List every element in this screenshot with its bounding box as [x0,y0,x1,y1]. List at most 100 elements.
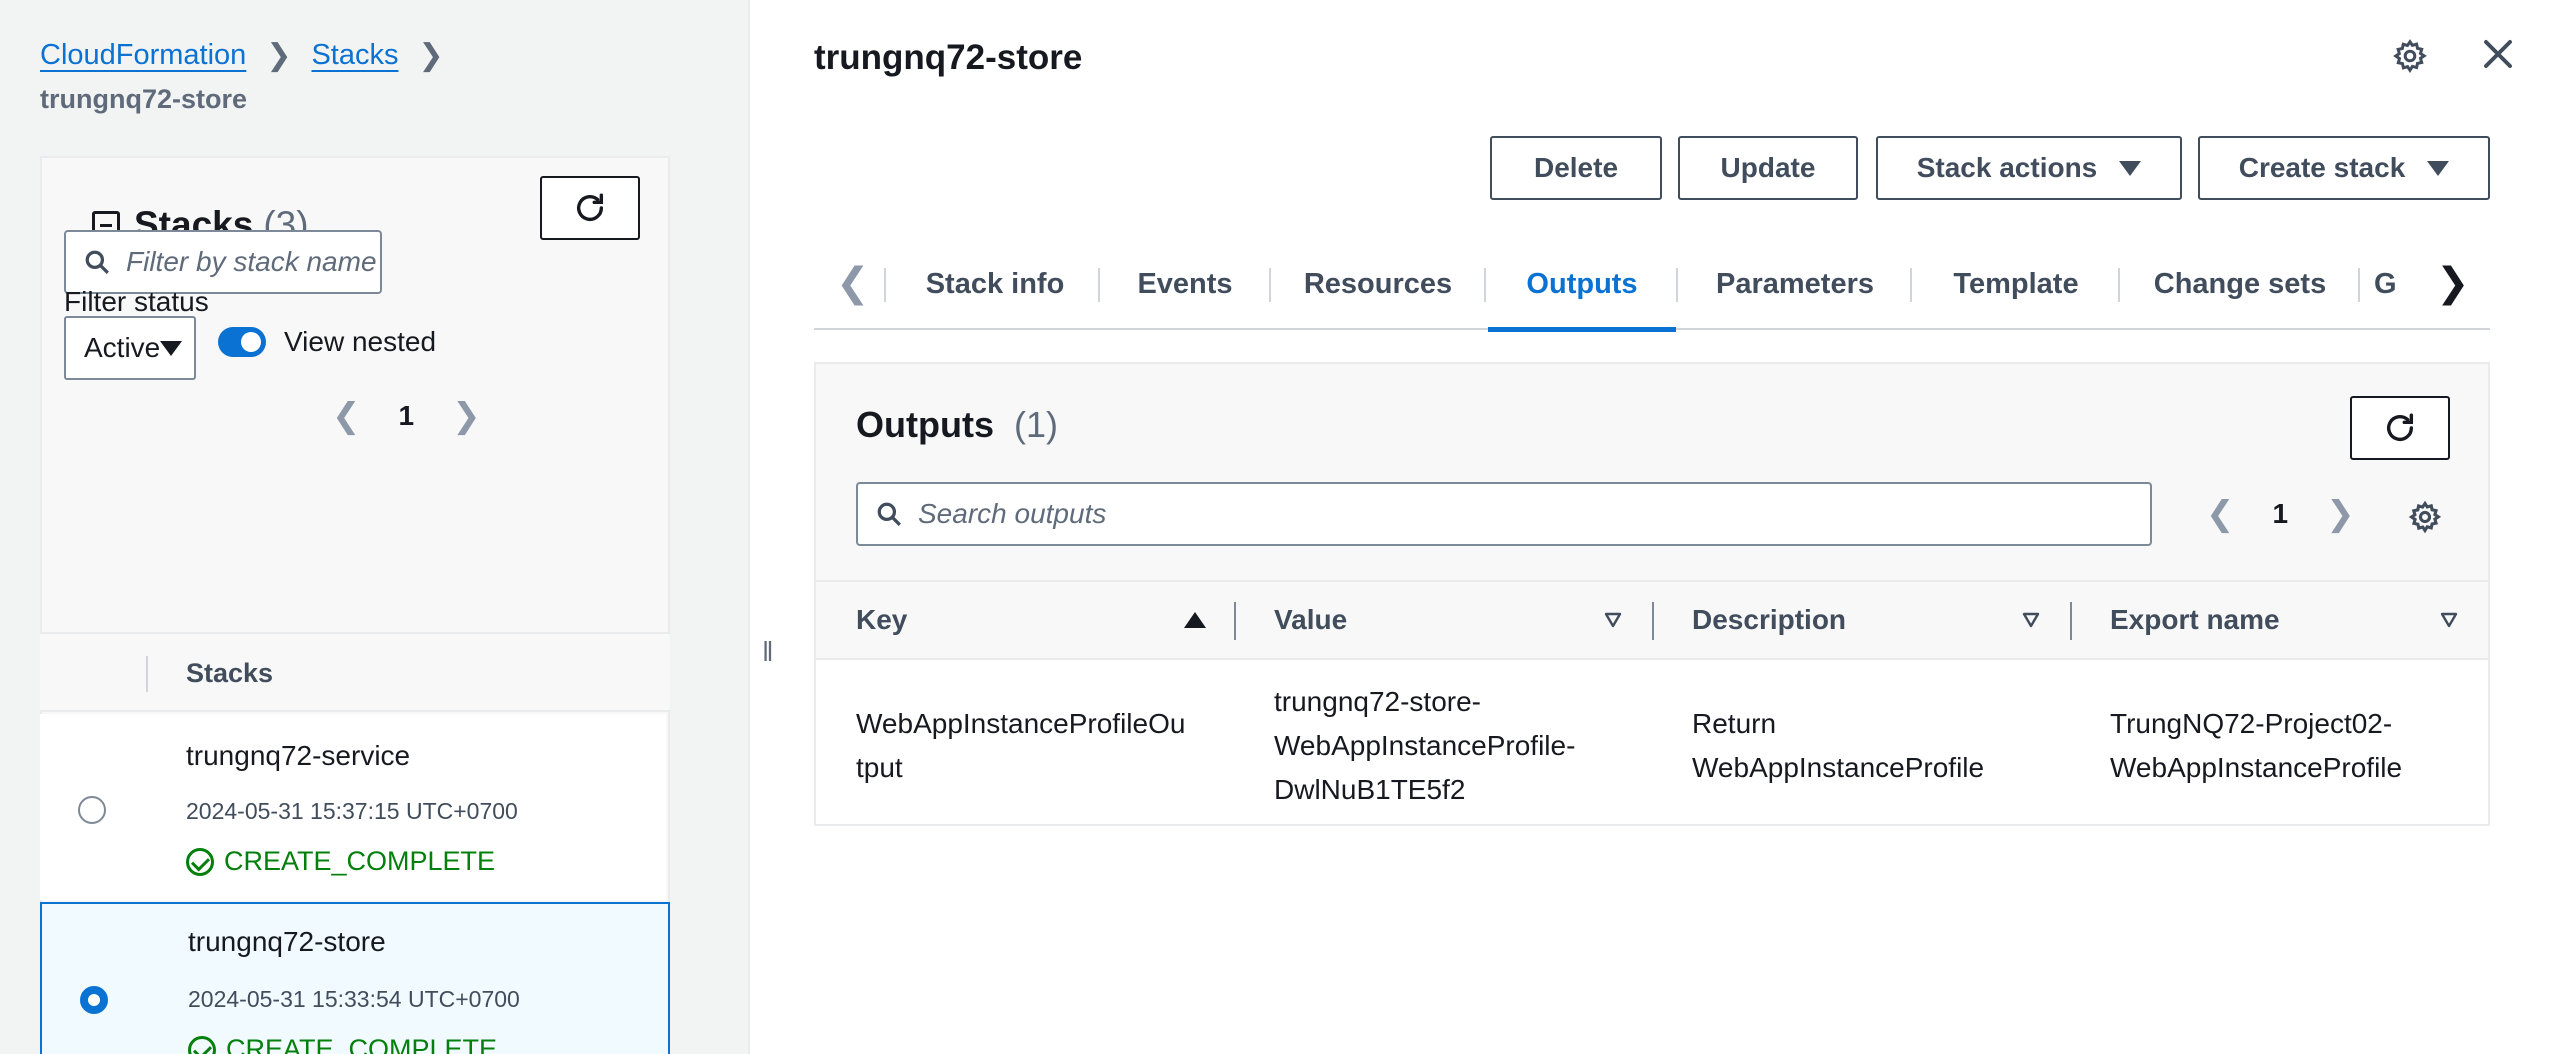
stack-radio[interactable] [78,796,106,824]
panel-divider [748,0,750,1054]
success-check-icon [188,1035,216,1054]
filter-status-value: Active [84,332,161,363]
search-icon [85,250,109,274]
chevron-right-icon: ❯ [266,39,292,72]
breadcrumb: CloudFormation ❯ Stacks ❯ [40,38,464,73]
stack-status-text: CREATE_COMPLETE [226,1034,498,1054]
create-stack-button[interactable]: Create stack [2198,136,2490,200]
cell-line: WebAppInstanceProfile [1692,752,1985,783]
page-number[interactable]: 1 [399,400,415,432]
stack-filter-input[interactable]: Filter by stack name [64,230,382,294]
stack-radio-selected[interactable] [80,986,108,1014]
output-export-name-cell: TrungNQ72-Project02- WebAppInstanceProfi… [2110,702,2402,790]
tab-parameters[interactable]: Parameters [1678,238,1912,330]
stack-row-selected[interactable]: trungnq72-store 2024-05-31 15:33:54 UTC+… [40,902,670,1054]
column-resizer[interactable] [1234,602,1236,640]
stacks-pagination: ❮ 1 ❯ [332,396,481,436]
cell-line: WebAppInstanceProfile- [1274,730,1576,761]
settings-gear-icon[interactable] [2392,38,2428,74]
close-icon[interactable] [2480,36,2516,72]
filter-status-label: Filter status [64,286,209,317]
cell-line: trungnq72-store- [1274,686,1482,717]
refresh-icon [576,193,604,221]
sort-desc-icon[interactable] [2440,612,2458,628]
outputs-count: (1) [1014,404,1058,445]
cell-line: WebAppInstanceProfileOu [856,708,1186,739]
update-button[interactable]: Update [1678,136,1858,200]
outputs-search-input[interactable]: Search outputs [856,482,2152,546]
stack-created-time: 2024-05-31 15:33:54 UTC+0700 [188,986,520,1012]
outputs-heading: Outputs (1) [856,404,1058,446]
view-nested-label: View nested [284,326,437,357]
sort-desc-icon[interactable] [1604,612,1622,628]
tab-truncated[interactable]: G [2374,238,2414,330]
update-button-label: Update [1720,152,1816,183]
column-header-value[interactable]: Value [1274,604,1347,636]
outputs-table-header: Key Value Description Export name [816,580,2488,660]
chevron-left-icon[interactable]: ❮ [2206,494,2235,534]
chevron-right-icon[interactable]: ❯ [452,396,481,436]
column-header-key[interactable]: Key [856,604,907,636]
stack-status: CREATE_COMPLETE [186,846,495,877]
tab-template[interactable]: Template [1912,238,2120,330]
tab-divider [1484,268,1486,302]
column-resizer[interactable] [1652,602,1654,640]
success-check-icon [186,847,214,876]
caret-down-icon [2119,160,2142,176]
outputs-header: Outputs (1) Search outputs ❮ 1 ❯ [816,364,2488,580]
cell-line: Return [1692,708,1777,739]
detail-tabs: ❮ Stack info Events Resources Outputs Pa… [814,238,2490,332]
filter-status-select[interactable]: Active [64,316,196,380]
column-header-description[interactable]: Description [1692,604,1846,636]
breadcrumb-current: trungnq72-store [40,84,248,114]
chevron-right-icon[interactable]: ❯ [2326,494,2355,534]
column-header-export-name[interactable]: Export name [2110,604,2280,636]
toggle-switch[interactable] [218,327,266,357]
tab-events[interactable]: Events [1100,238,1270,330]
column-divider [146,656,148,692]
outputs-title: Outputs [856,404,994,445]
stack-actions-button[interactable]: Stack actions [1876,136,2182,200]
sort-asc-icon[interactable] [1184,612,1206,628]
outputs-container: Outputs (1) Search outputs ❮ 1 ❯ Key Val… [814,362,2490,826]
tab-change-sets[interactable]: Change sets [2120,238,2360,330]
column-resizer[interactable] [2070,602,2072,640]
breadcrumb-stacks[interactable]: Stacks [311,39,398,72]
stack-filter-placeholder: Filter by stack name [126,246,377,277]
chevron-left-icon[interactable]: ❮ [332,396,361,436]
refresh-stacks-button[interactable] [540,176,640,240]
delete-button[interactable]: Delete [1490,136,1662,200]
table-preferences-gear-icon[interactable] [2408,500,2442,534]
view-nested-toggle[interactable]: View nested [218,326,436,358]
sort-desc-icon[interactable] [2022,612,2040,628]
tab-divider [2358,268,2360,302]
refresh-outputs-button[interactable] [2350,396,2450,460]
caret-down-icon [2427,160,2450,176]
resize-handle-icon[interactable]: ‖ [762,636,774,668]
tab-stack-info[interactable]: Stack info [886,238,1104,330]
stacks-list-header: Stacks [40,632,670,712]
breadcrumb-cloudformation[interactable]: CloudFormation [40,39,246,72]
tab-resources[interactable]: Resources [1271,238,1485,330]
stack-created-time: 2024-05-31 15:37:15 UTC+0700 [186,798,518,824]
stack-row[interactable]: trungnq72-service 2024-05-31 15:37:15 UT… [40,714,666,900]
stacks-side-panel: CloudFormation ❯ Stacks ❯ trungnq72-stor… [0,0,750,1054]
chevron-right-icon[interactable]: ❯ [2436,260,2470,306]
page-title: trungnq72-store [814,38,1083,77]
stack-actions-label: Stack actions [1916,152,2098,183]
tab-outputs[interactable]: Outputs [1488,238,1676,332]
stack-name[interactable]: trungnq72-store [188,926,386,958]
chevron-left-icon[interactable]: ❮ [836,260,870,306]
create-stack-label: Create stack [2238,152,2406,183]
cell-line: DwlNuB1TE5f2 [1274,774,1466,805]
stack-status-text: CREATE_COMPLETE [224,846,496,876]
cell-line: TrungNQ72-Project02- [2110,708,2393,739]
output-description-cell: Return WebAppInstanceProfile [1692,702,1984,790]
stack-status: CREATE_COMPLETE [188,1034,497,1054]
chevron-right-icon: ❯ [418,39,444,72]
page-number[interactable]: 1 [2273,498,2289,530]
search-icon [877,502,901,526]
cell-line: WebAppInstanceProfile [2110,752,2403,783]
stack-name[interactable]: trungnq72-service [186,740,410,772]
refresh-icon [2386,413,2414,441]
